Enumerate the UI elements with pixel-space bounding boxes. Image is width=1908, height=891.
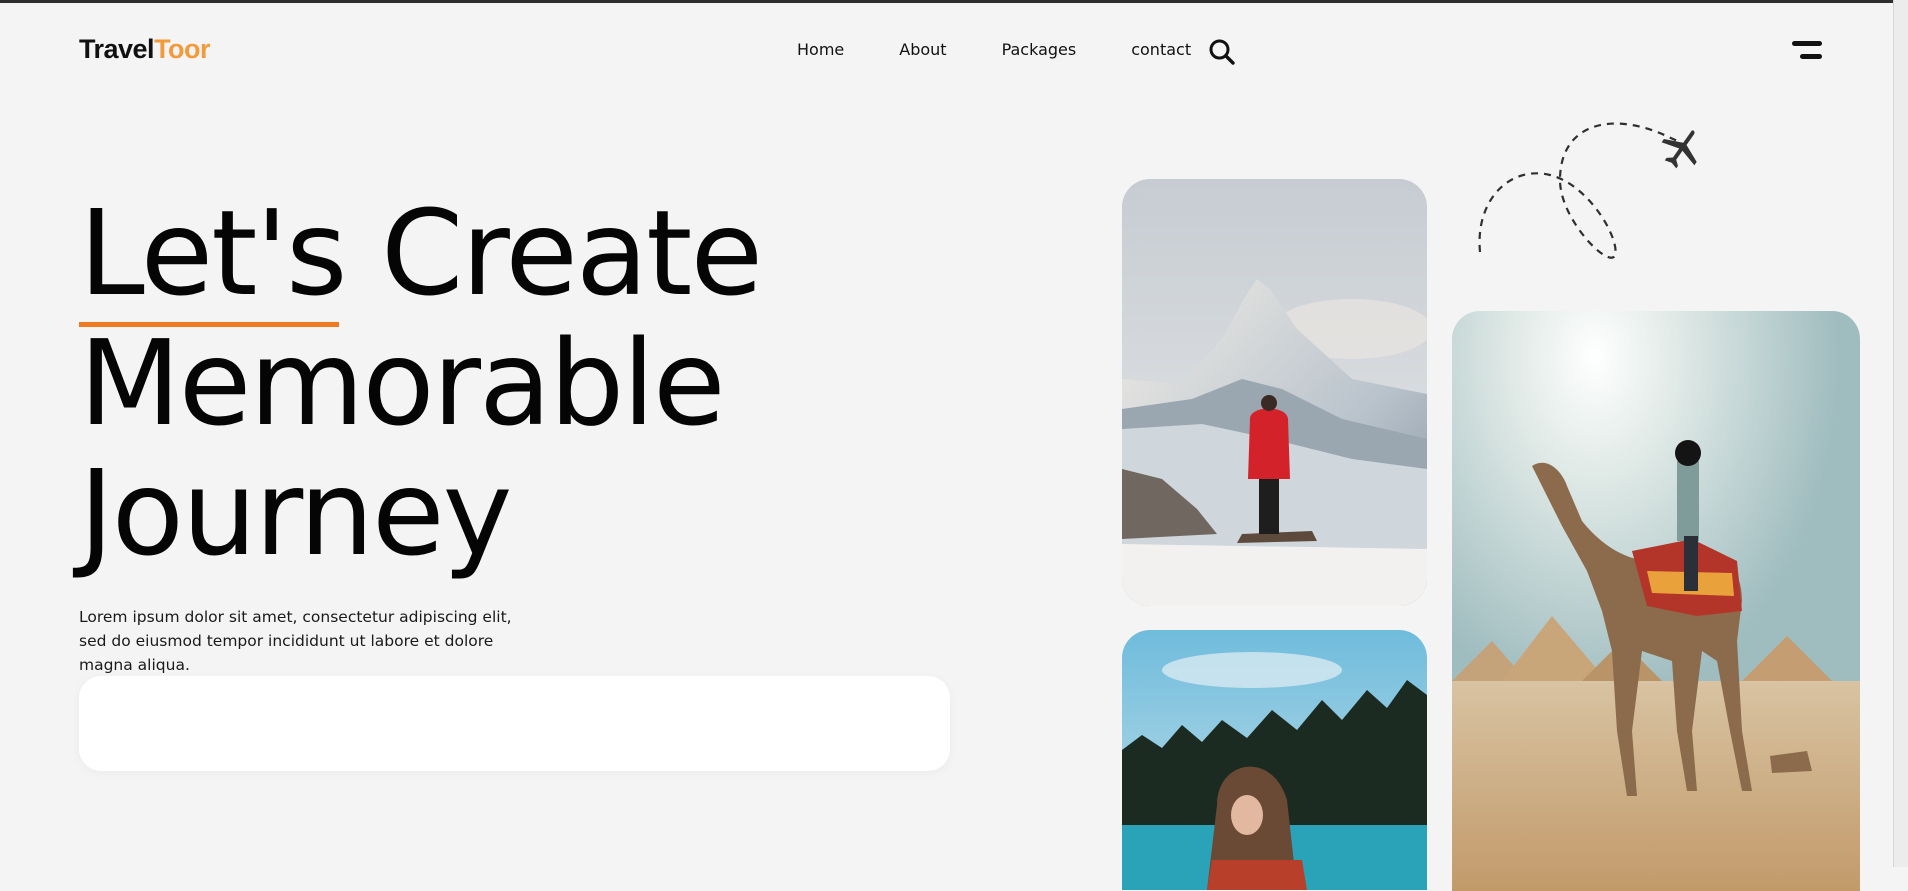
- brand-logo-part2: Toor: [154, 34, 211, 64]
- booking-search-panel[interactable]: [79, 676, 950, 771]
- hero-title-line1: Let's Create: [79, 184, 763, 322]
- mountain-photo[interactable]: [1122, 179, 1427, 606]
- hero-description: Lorem ipsum dolor sit amet, consectetur …: [79, 608, 512, 674]
- lake-photo[interactable]: [1122, 630, 1427, 890]
- camel-pyramids-photo[interactable]: [1452, 311, 1860, 891]
- hero-title: Let's Create Memorable Journey: [79, 184, 763, 582]
- title-accent-underline: [79, 322, 339, 327]
- hamburger-menu-icon[interactable]: [1788, 40, 1822, 64]
- search-icon[interactable]: [1208, 38, 1236, 66]
- nav-about[interactable]: About: [899, 40, 946, 59]
- hero-title-line2: Memorable: [79, 314, 726, 452]
- brand-logo-part1: Travel: [79, 34, 155, 64]
- main-nav: Home About Packages contact: [797, 40, 1246, 59]
- hero-title-line3: Journey: [79, 444, 512, 582]
- airplane-icon: [1658, 126, 1706, 170]
- scrollbar-track[interactable]: [1893, 0, 1908, 867]
- brand-logo[interactable]: TravelToor: [79, 34, 211, 65]
- nav-contact[interactable]: contact: [1131, 40, 1191, 59]
- window-top-border: [0, 0, 1908, 3]
- nav-home[interactable]: Home: [797, 40, 844, 59]
- nav-packages[interactable]: Packages: [1002, 40, 1077, 59]
